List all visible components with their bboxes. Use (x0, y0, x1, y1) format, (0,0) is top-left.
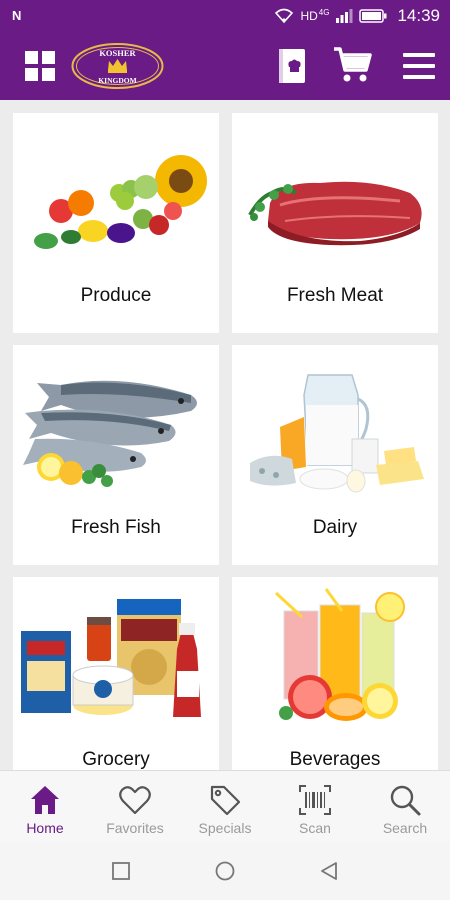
search-icon (390, 785, 421, 816)
category-tile-produce[interactable]: Produce (13, 113, 219, 333)
kosher-kingdom-logo[interactable]: KOSHER KINGDOM (70, 41, 165, 91)
signal-icon (336, 9, 353, 23)
battery-icon (359, 9, 387, 23)
category-tile-grocery[interactable]: Grocery (13, 577, 219, 770)
back-triangle-icon[interactable] (318, 860, 340, 882)
nav-label-home: Home (26, 820, 64, 836)
categories-grid-icon[interactable] (25, 51, 55, 81)
home-circle-icon[interactable] (214, 860, 236, 882)
nav-item-scan[interactable]: Scan (270, 771, 360, 842)
network-type-label: HD (300, 9, 318, 23)
recipe-book-icon[interactable] (277, 48, 307, 84)
fresh-meat-image (248, 181, 422, 246)
tag-icon (210, 785, 241, 816)
bottom-navigation: Home Favorites Specials Scan Search (0, 770, 450, 842)
recent-apps-icon[interactable] (110, 860, 132, 882)
category-label: Grocery (82, 749, 150, 770)
wifi-icon (275, 8, 294, 24)
nav-label-scan: Scan (299, 820, 331, 836)
nav-item-specials[interactable]: Specials (180, 771, 270, 842)
category-label: Produce (80, 285, 152, 306)
n-notification-icon: N (12, 8, 22, 23)
beverages-image (274, 588, 405, 721)
app-bar: KOSHER KINGDOM (0, 32, 450, 100)
nav-label-search: Search (382, 820, 428, 836)
nav-label-favorites: Favorites (106, 820, 164, 836)
produce-image (34, 155, 207, 249)
heart-icon (119, 786, 151, 815)
nav-item-home[interactable]: Home (0, 771, 90, 842)
cart-icon[interactable] (332, 46, 372, 84)
fresh-fish-image (23, 380, 197, 487)
category-grid: Produce Fresh Meat Fresh Fish Dairy Groc… (0, 100, 450, 770)
nav-item-search[interactable]: Search (360, 771, 450, 842)
category-label: Fresh Meat (286, 285, 384, 306)
category-tile-fresh-fish[interactable]: Fresh Fish (13, 345, 219, 565)
clock: 14:39 (397, 6, 440, 25)
home-icon (31, 786, 59, 814)
logo-text-top: KOSHER (99, 48, 136, 58)
dairy-image (250, 374, 424, 493)
category-label: Dairy (312, 517, 358, 538)
category-label: Beverages (289, 749, 381, 770)
category-label: Fresh Fish (71, 517, 161, 538)
grocery-image (21, 599, 201, 717)
logo-text-bottom: KINGDOM (98, 76, 136, 85)
nav-label-specials: Specials (198, 820, 252, 836)
category-tile-dairy[interactable]: Dairy (232, 345, 438, 565)
hamburger-menu-icon[interactable] (403, 51, 435, 81)
status-bar: N HD 4G 14:39 (0, 0, 450, 32)
category-tile-fresh-meat[interactable]: Fresh Meat (232, 113, 438, 333)
status-indicators: HD 4G 14:39 (274, 6, 440, 26)
category-tile-beverages[interactable]: Beverages (232, 577, 438, 770)
system-navigation-bar (0, 842, 450, 900)
barcode-scan-icon (299, 785, 331, 815)
network-gen-label: 4G (318, 7, 330, 17)
nav-item-favorites[interactable]: Favorites (90, 771, 180, 842)
